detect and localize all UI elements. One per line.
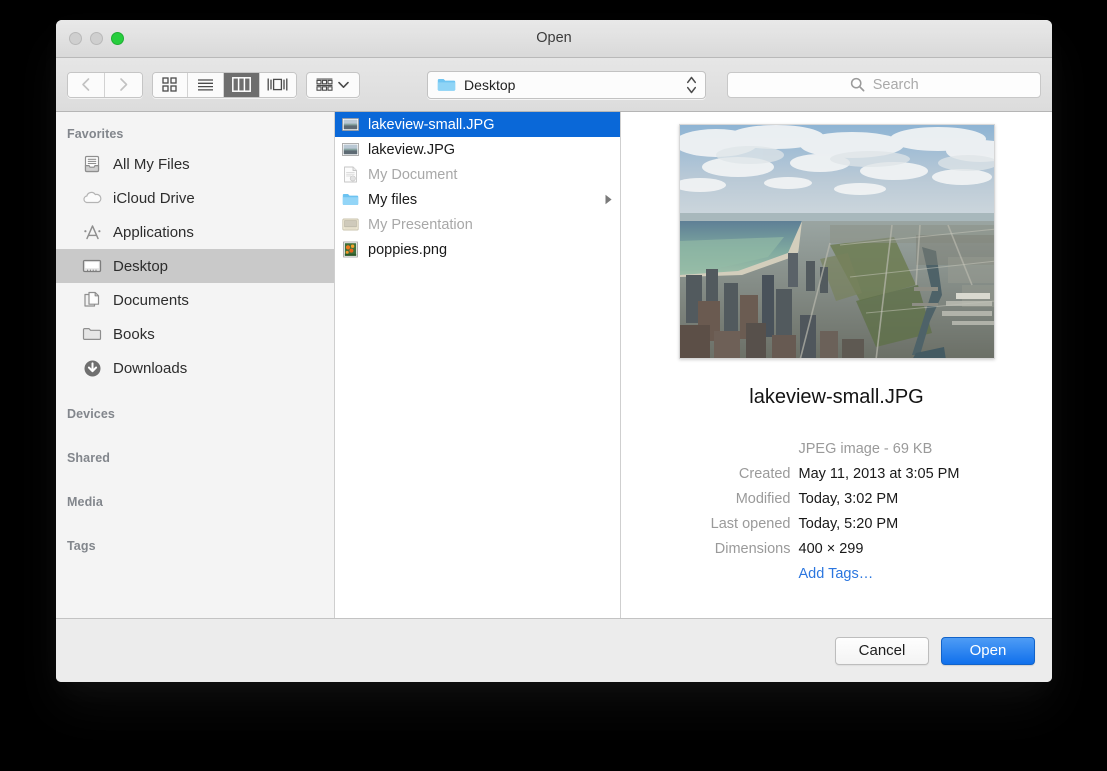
- sidebar-item-label: Desktop: [113, 257, 169, 275]
- sidebar-item-label: Documents: [113, 291, 189, 309]
- blue-folder-icon: [437, 79, 456, 91]
- arrange-icon: [316, 77, 333, 91]
- list-icon: [198, 78, 214, 91]
- folder-icon: [82, 324, 102, 344]
- presentation-icon: [342, 218, 359, 231]
- sidebar: Favorites All My Files iCloud Drive Appl…: [56, 112, 335, 618]
- title-bar: Open: [56, 20, 1052, 58]
- image-thumbnail-icon: [342, 118, 359, 131]
- downloads-icon: [82, 358, 102, 378]
- add-tags-link[interactable]: Add Tags…: [799, 562, 995, 586]
- window-title: Open: [536, 30, 572, 46]
- sidebar-item-desktop[interactable]: Desktop: [56, 249, 334, 283]
- chevron-left-icon: [82, 78, 90, 91]
- metadata-key-spacer: [679, 562, 791, 586]
- sidebar-item-downloads[interactable]: Downloads: [56, 351, 334, 385]
- preview-pane: lakeview-small.JPG JPEG image - 69 KB Cr…: [621, 112, 1052, 618]
- desktop-icon: [82, 256, 102, 276]
- up-down-stepper-icon: [687, 76, 697, 93]
- open-dialog-window: Open Desktop Search Favorites All My Fil…: [56, 20, 1052, 682]
- file-name: lakeview.JPG: [368, 141, 456, 158]
- file-list-column: lakeview-small.JPG lakeview.JPG My Docum…: [335, 112, 621, 618]
- disclosure-triangle-icon: [605, 194, 612, 205]
- file-name: lakeview-small.JPG: [368, 116, 495, 133]
- sidebar-header-media: Media: [67, 495, 103, 509]
- sidebar-item-applications[interactable]: Applications: [56, 215, 334, 249]
- dialog-footer: Cancel Open: [56, 619, 1052, 682]
- file-name: My files: [368, 191, 418, 208]
- sidebar-item-label: All My Files: [113, 155, 190, 173]
- metadata-kind-size: JPEG image - 69 KB: [798, 441, 933, 457]
- metadata-key-created: Created: [738, 466, 791, 482]
- list-item[interactable]: My files: [335, 187, 620, 212]
- preview-filename: lakeview-small.JPG: [749, 386, 924, 408]
- document-icon: [344, 166, 357, 183]
- documents-icon: [82, 290, 102, 310]
- metadata-key-dimensions: Dimensions: [714, 541, 791, 557]
- chicago-aerial-photo: [679, 125, 994, 358]
- sidebar-item-icloud-drive[interactable]: iCloud Drive: [56, 181, 334, 215]
- search-field[interactable]: Search: [727, 71, 1041, 98]
- search-placeholder: Search: [872, 76, 919, 93]
- metadata-value-modified: Today, 3:02 PM: [798, 491, 899, 507]
- cancel-button[interactable]: Cancel: [835, 636, 929, 665]
- columns-icon: [232, 77, 252, 92]
- metadata-value-dimensions: 400 × 299: [798, 541, 864, 557]
- metadata-value-last-opened: Today, 5:20 PM: [798, 516, 899, 532]
- sidebar-item-label: Downloads: [113, 359, 188, 377]
- list-item[interactable]: My Presentation: [335, 212, 620, 237]
- sidebar-item-books[interactable]: Books: [56, 317, 334, 351]
- list-view-button[interactable]: [188, 72, 225, 97]
- file-name: poppies.png: [368, 241, 448, 258]
- metadata-key-modified: Modified: [735, 491, 791, 507]
- toolbar: Desktop Search: [56, 58, 1052, 112]
- path-popup-label: Desktop: [464, 76, 516, 93]
- file-name: My Presentation: [368, 216, 473, 233]
- grid-icon: [162, 77, 178, 92]
- coverflow-icon: [267, 78, 288, 91]
- navigation-buttons: [67, 71, 143, 98]
- sidebar-item-label: Books: [113, 325, 155, 343]
- dialog-body: Favorites All My Files iCloud Drive Appl…: [56, 112, 1052, 619]
- image-thumbnail-icon: [342, 143, 359, 156]
- list-item[interactable]: My Document: [335, 162, 620, 187]
- path-popup-button[interactable]: Desktop: [427, 70, 707, 99]
- sidebar-item-documents[interactable]: Documents: [56, 283, 334, 317]
- sidebar-item-label: iCloud Drive: [113, 189, 195, 207]
- applications-icon: [82, 222, 102, 242]
- list-item[interactable]: poppies.png: [335, 237, 620, 262]
- metadata-key-kind: [679, 437, 791, 461]
- forward-button[interactable]: [104, 72, 142, 97]
- chevron-right-icon: [119, 78, 127, 91]
- list-item[interactable]: lakeview.JPG: [335, 137, 620, 162]
- sidebar-header-favorites: Favorites: [67, 127, 124, 141]
- poppies-thumbnail-icon: [343, 241, 358, 258]
- file-name: My Document: [368, 166, 458, 183]
- cloud-icon: [82, 188, 102, 208]
- view-mode-buttons: [151, 71, 297, 98]
- metadata-value-created: May 11, 2013 at 3:05 PM: [798, 466, 960, 482]
- sidebar-header-devices: Devices: [67, 407, 115, 421]
- metadata-table: JPEG image - 69 KB Created May 11, 2013 …: [679, 437, 995, 586]
- icon-view-button[interactable]: [152, 72, 189, 97]
- chevron-down-icon: [338, 81, 350, 88]
- all-my-files-icon: [82, 154, 102, 174]
- sidebar-item-all-my-files[interactable]: All My Files: [56, 147, 334, 181]
- open-button[interactable]: Open: [941, 636, 1035, 665]
- sidebar-header-tags: Tags: [67, 539, 96, 553]
- sidebar-header-shared: Shared: [67, 451, 110, 465]
- list-item[interactable]: lakeview-small.JPG: [335, 112, 620, 137]
- coverflow-view-button[interactable]: [259, 72, 296, 97]
- preview-image: [678, 124, 995, 359]
- blue-folder-icon: [342, 194, 359, 205]
- back-button[interactable]: [68, 72, 105, 97]
- column-view-button[interactable]: [224, 72, 260, 97]
- arrange-button[interactable]: [305, 71, 361, 98]
- sidebar-item-label: Applications: [113, 223, 194, 241]
- search-icon: [850, 77, 865, 92]
- metadata-key-last-opened: Last opened: [710, 516, 791, 532]
